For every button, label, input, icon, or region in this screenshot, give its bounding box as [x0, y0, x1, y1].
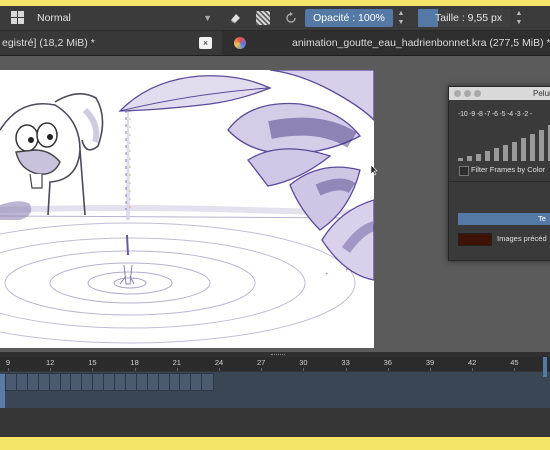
- ruler-tick: [303, 368, 305, 371]
- document-icon: [234, 37, 246, 49]
- onion-opacity-bar[interactable]: [503, 145, 508, 161]
- frame-number-label: 33: [341, 358, 350, 367]
- water-drop-sketch: + +: [0, 70, 374, 344]
- frame-number-label: 18: [130, 358, 139, 367]
- frame-number-label: 45: [510, 358, 519, 367]
- onion-opacity-bar[interactable]: [467, 156, 472, 161]
- previous-frames-color-swatch[interactable]: [458, 233, 492, 246]
- onion-opacity-bar[interactable]: [539, 130, 544, 161]
- size-value: Taille : 9,55 px: [435, 12, 503, 24]
- frame-number-label: 21: [172, 358, 181, 367]
- frame-cell[interactable]: [201, 373, 215, 391]
- onion-opacity-bar[interactable]: [494, 148, 499, 161]
- zoom-icon[interactable]: [474, 90, 481, 97]
- preserve-alpha-icon[interactable]: [256, 11, 270, 25]
- tint-slider-label: Te: [538, 214, 546, 223]
- minimize-icon[interactable]: [464, 90, 471, 97]
- ruler-tick: [134, 368, 136, 371]
- canvas-viewport[interactable]: + + Pelur -10 -9 -8 -7 -6 -5 -4 -3 -2 - …: [0, 56, 550, 352]
- ruler-tick: [50, 368, 52, 371]
- reload-preset-icon[interactable]: [284, 11, 298, 25]
- brush-presets-icon[interactable]: [11, 11, 24, 24]
- docker-divider: [449, 181, 550, 182]
- onion-opacity-bar[interactable]: [512, 142, 517, 161]
- close-icon[interactable]: ×: [199, 37, 212, 49]
- frame-number-label: 24: [214, 358, 224, 367]
- previous-frames-label: Images précéd: [497, 234, 547, 243]
- ruler-tick: [219, 368, 220, 371]
- svg-text:+: +: [325, 272, 329, 278]
- docker-title: Pelur: [533, 89, 550, 98]
- onion-frame-numbers: -10 -9 -8 -7 -6 -5 -4 -3 -2 -: [458, 111, 532, 118]
- ruler-tick: [387, 368, 389, 371]
- ruler-tick: [261, 368, 263, 371]
- animation-timeline: 91215182124273033363942454: [0, 357, 550, 437]
- tab-document-1[interactable]: egistré] (18,2 MiB) * ×: [0, 31, 222, 55]
- svg-text:+: +: [345, 268, 349, 274]
- tab-document-1-label: egistré] (18,2 MiB) *: [2, 37, 95, 49]
- blend-mode-select[interactable]: Normal ▼: [32, 9, 216, 27]
- frame-number-label: 27: [257, 358, 266, 367]
- ruler-tick: [92, 368, 94, 371]
- onion-opacity-bar[interactable]: [485, 151, 490, 161]
- size-spinner-icon[interactable]: ▲ ▼: [514, 9, 524, 27]
- chevron-down-icon: ▼: [203, 13, 212, 23]
- frame-number-label: 9: [5, 358, 11, 367]
- docker-title-bar[interactable]: Pelur: [449, 87, 550, 100]
- tab-document-2[interactable]: animation_goutte_eau_hadrienbonnet.kra (…: [292, 31, 550, 55]
- frame-number-label: 12: [46, 358, 55, 367]
- onion-opacity-bars[interactable]: [458, 123, 550, 161]
- filter-by-color-label: Filter Frames by Color: [471, 165, 546, 174]
- playhead[interactable]: [543, 357, 547, 377]
- onion-skin-docker: Pelur -10 -9 -8 -7 -6 -5 -4 -3 -2 - Filt…: [448, 86, 550, 261]
- tint-slider[interactable]: Te: [458, 213, 550, 225]
- ruler-tick: [430, 368, 431, 371]
- frame-ruler[interactable]: 91215182124273033363942454: [0, 357, 550, 371]
- krita-window: Normal ▼ Opacité : 100% ▲ ▼ Taille : 9,55…: [0, 6, 550, 437]
- eraser-icon[interactable]: [228, 11, 242, 25]
- filter-by-color-checkbox[interactable]: [459, 166, 469, 176]
- ruler-tick: [8, 368, 9, 371]
- frame-number-label: 36: [383, 358, 392, 367]
- drawing-canvas[interactable]: + +: [0, 70, 374, 348]
- frame-number-label: 30: [299, 358, 308, 367]
- empty-track[interactable]: [0, 408, 550, 437]
- opacity-slider[interactable]: Opacité : 100%: [305, 9, 393, 27]
- ruler-tick: [514, 368, 516, 371]
- onion-opacity-bar[interactable]: [476, 154, 481, 161]
- close-icon[interactable]: [454, 90, 461, 97]
- document-tab-bar: egistré] (18,2 MiB) * × animation_goutte…: [0, 31, 550, 56]
- mouse-cursor-icon: [370, 164, 378, 176]
- ruler-tick: [472, 368, 474, 371]
- frame-number-label: 15: [88, 358, 97, 367]
- frame-number-label: 42: [468, 358, 477, 367]
- frame-number-label: 39: [425, 358, 435, 367]
- opacity-spinner-icon[interactable]: ▲ ▼: [396, 9, 406, 27]
- onion-opacity-bar[interactable]: [530, 134, 535, 161]
- brush-toolbar: Normal ▼ Opacité : 100% ▲ ▼ Taille : 9,55…: [0, 6, 550, 31]
- onion-opacity-bar[interactable]: [521, 138, 526, 161]
- ruler-tick: [345, 368, 347, 371]
- onion-opacity-bar[interactable]: [458, 158, 463, 161]
- size-slider[interactable]: Taille : 9,55 px: [418, 9, 510, 27]
- ruler-tick: [176, 368, 178, 371]
- blend-mode-value: Normal: [37, 12, 71, 24]
- video-frame-border-bottom: [0, 437, 550, 450]
